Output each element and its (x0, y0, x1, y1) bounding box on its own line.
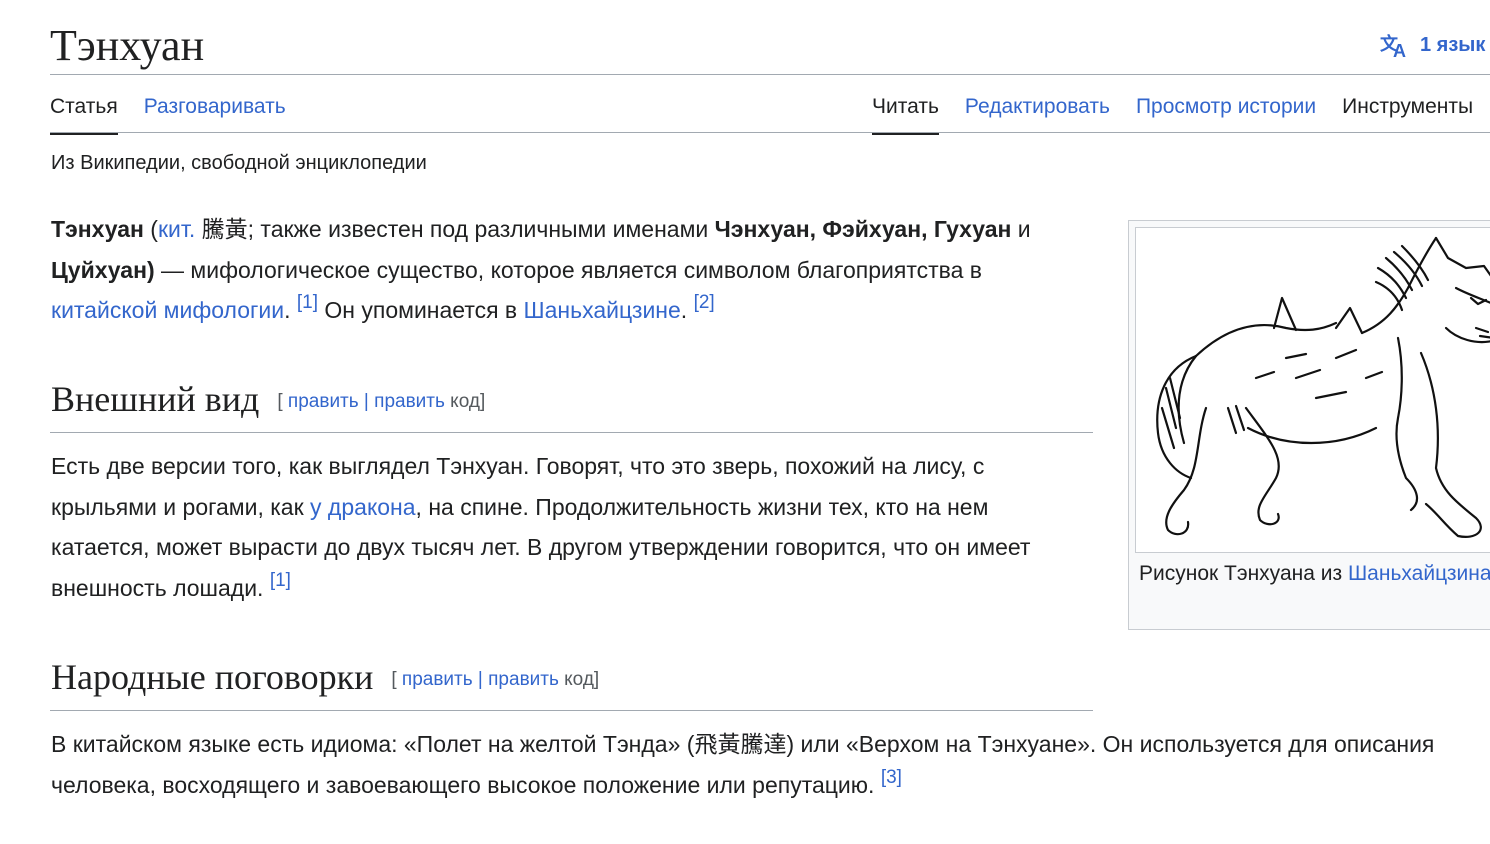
infobox: Рисунок Тэнхуана из Шаньхайцзина (1128, 220, 1490, 630)
tab-talk[interactable]: Разговаривать (144, 92, 286, 132)
alt-names-2: Цуйхуан) (51, 256, 155, 283)
section-edit-links: [ править | править код] (277, 391, 485, 412)
heading-text: Народные поговорки (51, 657, 374, 697)
appearance-paragraph: Есть две версии того, как выглядел Тэнху… (51, 446, 1091, 608)
edit-source-link[interactable]: править (374, 391, 445, 412)
tools-menu[interactable]: Инструменты (1342, 92, 1473, 132)
dragon-link[interactable]: у дракона (310, 494, 416, 520)
reference-1[interactable]: [1] (297, 292, 318, 313)
page-title: Тэнхуан (50, 21, 205, 70)
view-tabs: Читать Редактировать Просмотр истории Ин… (872, 92, 1490, 135)
article-name: Тэнхуан (51, 216, 144, 242)
reference-2[interactable]: [2] (694, 292, 715, 313)
intro-text: . (284, 297, 291, 323)
edit-section-link[interactable]: править (288, 391, 359, 412)
paren: ( (143, 216, 158, 242)
section-edit-links: [ править | править код] (391, 669, 599, 690)
separator: | (472, 669, 489, 690)
title-divider (50, 74, 1490, 75)
section-divider (50, 432, 1093, 433)
shanhaijing-link[interactable]: Шаньхайцзине (524, 297, 681, 323)
lang-link[interactable]: кит. (158, 216, 195, 242)
languages-label: 1 язык (1420, 33, 1486, 56)
intro-text: — мифологическое существо, которое являе… (154, 256, 983, 283)
code-label: код (444, 391, 480, 412)
image-caption: Рисунок Тэнхуана из Шаньхайцзина (1139, 559, 1490, 589)
bracket: ] (593, 669, 600, 690)
tabs-divider (50, 132, 1490, 133)
svg-text:A: A (1393, 41, 1406, 58)
paragraph-text: В китайском языке есть идиома: «Полет на… (51, 731, 1435, 798)
intro-text: . (680, 297, 688, 323)
tab-history[interactable]: Просмотр истории (1136, 92, 1316, 132)
heading-text: Внешний вид (51, 379, 260, 419)
bracket: ] (479, 391, 486, 412)
separator: | (358, 391, 375, 412)
edit-source-link[interactable]: править (488, 669, 559, 690)
languages-button[interactable]: 文 A 1 язык (1380, 32, 1485, 58)
reference-1[interactable]: [1] (270, 570, 291, 591)
chinese-name: 騰黃 (195, 216, 248, 242)
tenghuang-drawing (1156, 236, 1490, 538)
bracket: [ (277, 391, 283, 412)
tab-article[interactable]: Статья (50, 92, 118, 135)
site-tagline: Из Википедии, свободной энциклопедии (51, 152, 427, 174)
tab-edit[interactable]: Редактировать (965, 92, 1110, 132)
translate-icon: 文 A (1380, 33, 1406, 58)
mythology-link[interactable]: китайской мифологии (51, 297, 284, 323)
caption-shanhaijing-link[interactable]: Шаньхайцзина (1348, 562, 1490, 585)
alt-names-1: Чэнхуан, Фэйхуан, Гухуан (714, 216, 1012, 242)
namespace-tabs: Статья Разговаривать (50, 92, 312, 135)
intro-text: ; также известен под различными именами (247, 216, 715, 242)
reference-3[interactable]: [3] (881, 767, 902, 788)
intro-paragraph: Тэнхуан (кит. 騰黃; также известен под раз… (51, 209, 1031, 331)
code-label: код (558, 669, 594, 690)
bracket: [ (391, 669, 397, 690)
sayings-paragraph: В китайском языке есть идиома: «Полет на… (51, 724, 1471, 805)
section-heading-sayings: Народные поговорки [ править | править ко… (51, 656, 599, 698)
intro-text: и (1011, 216, 1031, 242)
caption-text: Рисунок Тэнхуана из (1139, 562, 1348, 585)
intro-text: Он упоминается в (318, 297, 524, 323)
section-heading-appearance: Внешний вид [ править | править код] (51, 378, 485, 420)
tenghuang-image[interactable] (1135, 227, 1490, 553)
section-divider (50, 710, 1093, 711)
tab-read[interactable]: Читать (872, 92, 939, 135)
edit-section-link[interactable]: править (402, 669, 473, 690)
